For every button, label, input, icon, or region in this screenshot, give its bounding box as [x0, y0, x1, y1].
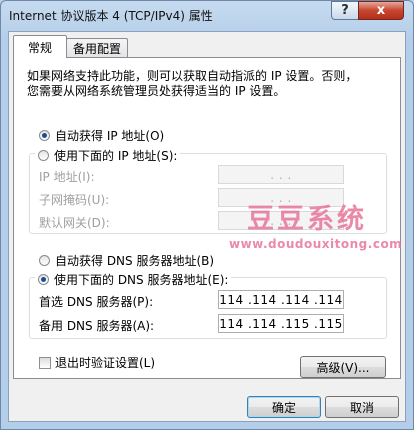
ip-address-label: IP 地址(I):	[39, 170, 95, 184]
tab-general[interactable]: 常规	[13, 35, 67, 58]
auto-ip-label: 自动获得 IP 地址(O)	[55, 129, 165, 143]
auto-dns-radio-indicator	[39, 255, 50, 266]
watermark-url: www.doudouxitong.com	[229, 237, 403, 251]
intro-line-2: 您需要从网络系统管理员处获得适当的 IP 设置。	[27, 84, 286, 98]
close-icon: x	[376, 3, 386, 18]
manual-dns-radio[interactable]: 使用下面的 DNS 服务器地址(E):	[35, 271, 232, 288]
manual-dns-label: 使用下面的 DNS 服务器地址(E):	[54, 273, 229, 287]
auto-ip-radio[interactable]: 自动获得 IP 地址(O)	[39, 127, 164, 144]
cancel-button-label: 取消	[349, 400, 374, 415]
auto-dns-label: 自动获得 DNS 服务器地址(B)	[55, 254, 215, 268]
subnet-mask-label: 子网掩码(U):	[39, 193, 110, 207]
manual-ip-radio-indicator	[38, 150, 49, 161]
manual-ip-label: 使用下面的 IP 地址(S):	[54, 149, 178, 163]
window-title: Internet 协议版本 4 (TCP/IPv4) 属性	[9, 9, 213, 23]
help-icon: ?	[341, 3, 349, 18]
tab-general-label: 常规	[27, 40, 52, 55]
alternate-dns-field[interactable]: 114 .114 .115 .115	[218, 314, 344, 333]
alternate-dns-label: 备用 DNS 服务器(A):	[39, 319, 155, 333]
cancel-button[interactable]: 取消	[325, 396, 399, 418]
validate-on-exit-checkbox[interactable]: 退出时验证设置(L)	[39, 354, 155, 371]
manual-dns-radio-indicator	[38, 274, 49, 285]
ok-button-label: 确定	[271, 400, 296, 415]
tab-alternate-config[interactable]: 备用配置	[66, 38, 128, 58]
ok-button[interactable]: 确定	[247, 396, 321, 418]
auto-ip-radio-indicator	[39, 130, 50, 141]
validate-on-exit-box	[39, 356, 51, 369]
close-button[interactable]: x	[358, 1, 404, 20]
advanced-button[interactable]: 高级(V)...	[300, 356, 386, 378]
watermark-logo: 豆豆系统	[247, 204, 367, 235]
default-gateway-label: 默认网关(D):	[39, 216, 110, 230]
auto-dns-radio[interactable]: 自动获得 DNS 服务器地址(B)	[39, 252, 214, 269]
ip-address-field[interactable]: . . .	[218, 165, 344, 184]
advanced-button-label: 高级(V)...	[316, 360, 370, 375]
preferred-dns-label: 首选 DNS 服务器(P):	[39, 295, 154, 309]
dialog-window: Internet 协议版本 4 (TCP/IPv4) 属性 ? x 常规 备用配…	[0, 0, 414, 430]
tab-alternate-config-label: 备用配置	[72, 42, 121, 56]
intro-text: 如果网络支持此功能，则可以获取自动指派的 IP 设置。否则， 您需要从网络系统管…	[27, 69, 387, 99]
intro-line-1: 如果网络支持此功能，则可以获取自动指派的 IP 设置。否则，	[27, 69, 358, 83]
manual-ip-radio[interactable]: 使用下面的 IP 地址(S):	[35, 147, 181, 164]
help-button[interactable]: ?	[331, 1, 359, 20]
validate-on-exit-label: 退出时验证设置(L)	[55, 356, 156, 370]
title-bar[interactable]: Internet 协议版本 4 (TCP/IPv4) 属性 ? x	[1, 1, 413, 31]
preferred-dns-field[interactable]: 114 .114 .114 .114	[218, 290, 344, 309]
